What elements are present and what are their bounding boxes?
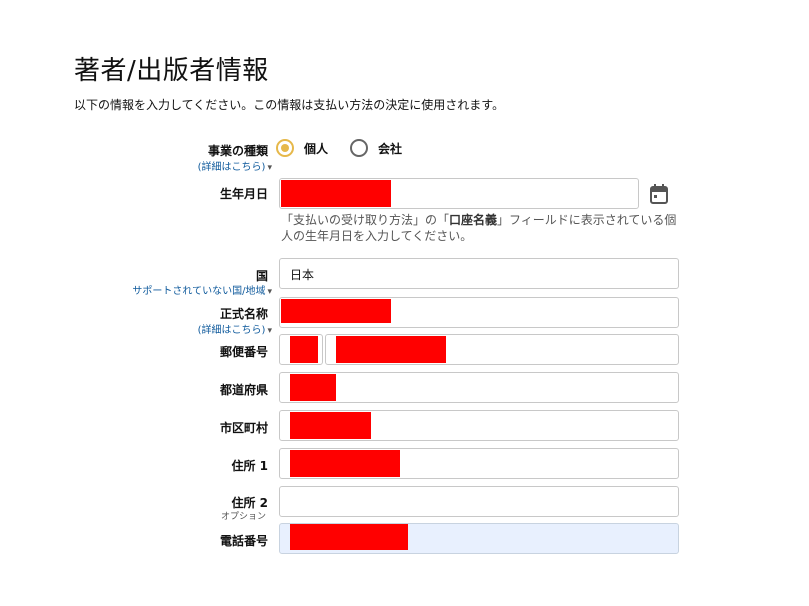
address2-optional-note: オプション (220, 512, 266, 522)
address1-label: 住所 1 (231, 459, 268, 473)
legal-name-input[interactable] (279, 297, 679, 328)
radio-individual[interactable] (276, 139, 294, 157)
business-type-radio-group: 個人 会社 (276, 137, 424, 159)
business-type-details-text[interactable]: (詳細はこちら) (198, 162, 266, 173)
radio-company[interactable] (350, 139, 369, 157)
caret-down-icon: ▾ (267, 287, 272, 297)
birthdate-hint: 「支払いの受け取り方法」の「口座名義」フィールドに表示されている個人の生年月日を… (281, 212, 681, 244)
redacted-value (290, 524, 408, 550)
postal-code-input-1[interactable] (279, 334, 323, 365)
unsupported-country-link[interactable]: サポートされていない国/地域 ▾ (132, 282, 272, 297)
address1-input[interactable] (279, 448, 679, 479)
address2-input[interactable] (279, 486, 679, 517)
business-type-details-link[interactable]: (詳細はこちら) ▾ (198, 158, 272, 173)
phone-input[interactable] (279, 523, 679, 554)
unsupported-country-text[interactable]: サポートされていない国/地域 (132, 286, 265, 297)
birthdate-input[interactable] (279, 178, 639, 209)
radio-company-label[interactable]: 会社 (378, 140, 402, 157)
legal-name-details-text[interactable]: (詳細はこちら) (198, 325, 266, 336)
birthdate-label: 生年月日 (219, 187, 268, 201)
city-input[interactable] (279, 410, 679, 441)
hint-pre: 「支払いの受け取り方法」の「 (281, 213, 450, 227)
business-type-label: 事業の種類 (207, 144, 268, 158)
redacted-value (336, 336, 446, 363)
postal-code-label: 郵便番号 (219, 345, 268, 359)
caret-down-icon: ▾ (267, 326, 272, 336)
hint-bold: 口座名義 (449, 213, 498, 227)
legal-name-details-link[interactable]: (詳細はこちら) ▾ (198, 321, 272, 336)
postal-code-input-2[interactable] (325, 334, 679, 365)
redacted-value (290, 336, 318, 363)
country-value: 日本 (290, 268, 315, 282)
redacted-value (290, 450, 400, 477)
redacted-value (290, 412, 371, 439)
redacted-value (290, 374, 336, 401)
city-label: 市区町村 (219, 421, 268, 435)
prefecture-input[interactable] (279, 372, 679, 403)
phone-label: 電話番号 (219, 534, 268, 548)
redacted-value (281, 180, 391, 207)
radio-individual-label[interactable]: 個人 (304, 140, 328, 157)
country-select[interactable]: 日本 (279, 258, 679, 289)
prefecture-label: 都道府県 (219, 383, 268, 397)
redacted-value (281, 299, 391, 323)
caret-down-icon: ▾ (267, 163, 272, 173)
calendar-icon[interactable] (649, 183, 669, 205)
page-subtitle: 以下の情報を入力してください。この情報は支払い方法の決定に使用されます。 (74, 98, 505, 112)
legal-name-label: 正式名称 (219, 307, 268, 321)
page-title: 著者/出版者情報 (74, 56, 269, 86)
